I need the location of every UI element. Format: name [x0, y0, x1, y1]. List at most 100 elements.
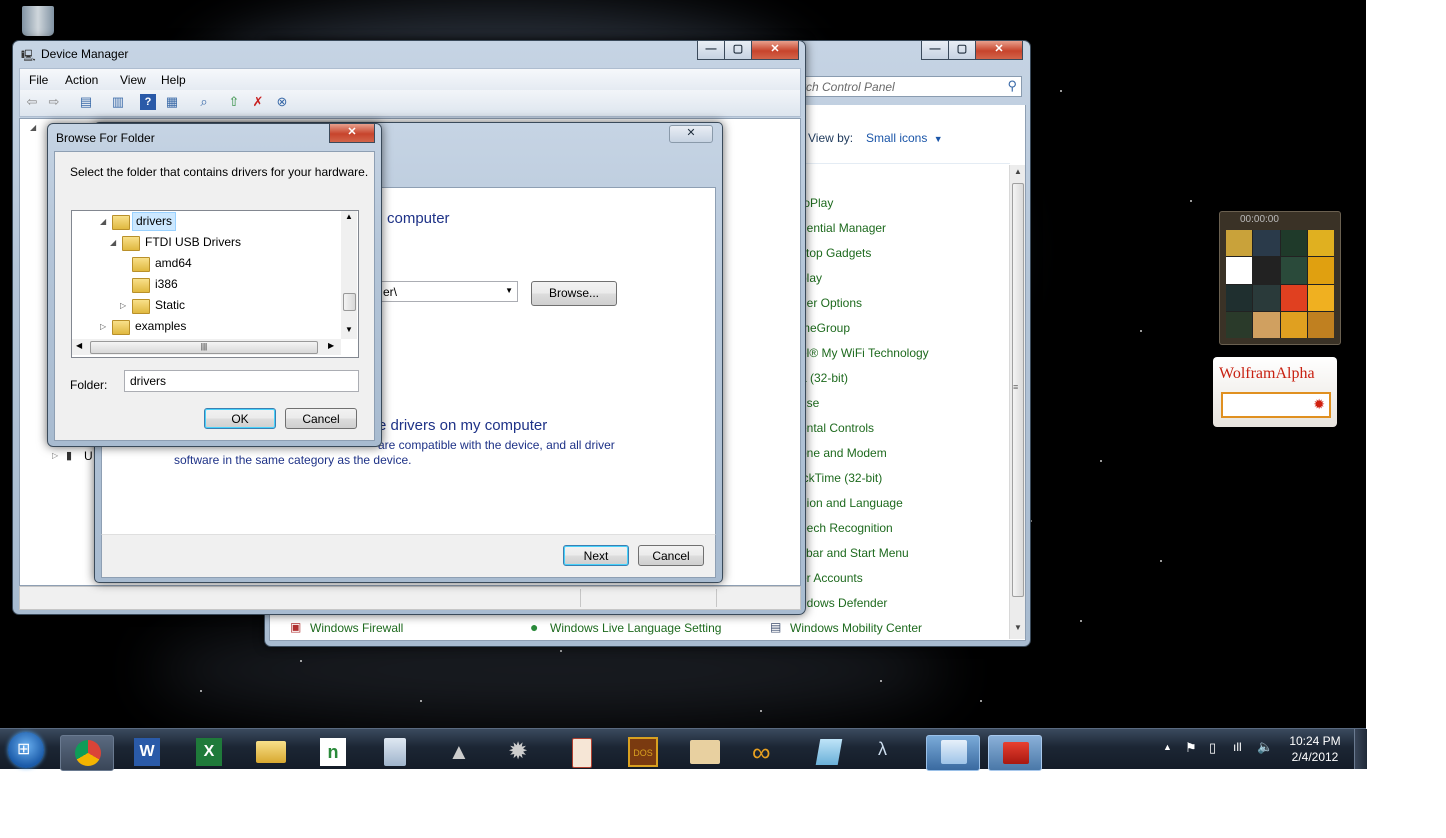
- update-driver-icon[interactable]: ⇧: [226, 94, 242, 110]
- uninstall-icon[interactable]: ✗: [250, 94, 266, 110]
- app-taskbar-button-1[interactable]: ▲: [430, 735, 482, 769]
- folder-tree-item[interactable]: ◢ FTDI USB Drivers: [72, 233, 340, 252]
- show-hide-icon[interactable]: ▥: [110, 94, 126, 110]
- device-manager-taskbar-button[interactable]: [988, 735, 1042, 771]
- wolfram-search-input[interactable]: ✹: [1221, 392, 1331, 418]
- cp-item[interactable]: meGroup: [800, 321, 850, 335]
- search-icon[interactable]: ⚲: [1007, 78, 1017, 94]
- scroll-down-arrow[interactable]: ▼: [345, 325, 353, 334]
- excel-taskbar-button[interactable]: X: [182, 735, 234, 769]
- forward-icon[interactable]: ⇨: [46, 94, 62, 110]
- dm-close-button[interactable]: ✕: [751, 41, 799, 60]
- cp-item[interactable]: kbar and Start Menu: [800, 546, 909, 560]
- expand-closed-icon[interactable]: ▷: [120, 296, 126, 315]
- app-taskbar-button-5[interactable]: ∞: [740, 735, 792, 769]
- cp-item[interactable]: gion and Language: [800, 496, 903, 510]
- dm-maximize-button[interactable]: ▢: [724, 41, 752, 60]
- cp-item[interactable]: a (32-bit): [800, 371, 848, 385]
- cp-item[interactable]: ickTime (32-bit): [800, 471, 882, 485]
- expand-open-icon[interactable]: ◢: [110, 233, 116, 252]
- scroll-down-arrow[interactable]: ▼: [1014, 623, 1022, 632]
- cp-item[interactable]: ental Controls: [800, 421, 874, 435]
- scroll-thumb[interactable]: [343, 293, 356, 311]
- clock[interactable]: 10:24 PM 2/4/2012: [1282, 733, 1348, 765]
- cp-maximize-button[interactable]: ▢: [948, 41, 976, 60]
- browse-button[interactable]: Browse...: [531, 281, 617, 306]
- folder-tree-item[interactable]: ▷ examples: [72, 317, 340, 336]
- scroll-up-arrow[interactable]: ▲: [345, 212, 353, 221]
- scroll-right-arrow[interactable]: ▶: [328, 341, 334, 350]
- calculator-taskbar-button[interactable]: [368, 735, 420, 769]
- cp-item[interactable]: ktop Gadgets: [800, 246, 871, 260]
- cp-item[interactable]: ndows Defender: [800, 596, 887, 610]
- back-icon[interactable]: ⇦: [24, 94, 40, 110]
- control-panel-taskbar-button[interactable]: [926, 735, 980, 771]
- scan-hardware-icon[interactable]: ⌕: [196, 94, 212, 110]
- dm-minimize-button[interactable]: —: [697, 41, 725, 60]
- cp-minimize-button[interactable]: —: [921, 41, 949, 60]
- cp-item-windows-live-language[interactable]: Windows Live Language Setting: [550, 621, 721, 635]
- details-icon[interactable]: ▦: [164, 94, 180, 110]
- cp-item-windows-mobility-center[interactable]: Windows Mobility Center: [790, 621, 922, 635]
- wolfram-go-icon[interactable]: ✹: [1313, 396, 1325, 413]
- clock-gadget[interactable]: 00:00:00: [1219, 211, 1341, 345]
- dosbox-taskbar-button[interactable]: DOS: [616, 735, 668, 769]
- cp-item[interactable]: one and Modem: [800, 446, 887, 460]
- help-icon[interactable]: ?: [140, 94, 156, 110]
- tree-horizontal-scrollbar[interactable]: ◀ ||| ▶: [72, 339, 341, 355]
- folder-tree-item[interactable]: ▷ Static: [72, 296, 340, 315]
- nfs-taskbar-button[interactable]: n: [306, 735, 358, 769]
- properties-icon[interactable]: ▤: [78, 94, 94, 110]
- h-scroll-thumb[interactable]: |||: [90, 341, 318, 354]
- chrome-taskbar-button[interactable]: [60, 735, 114, 771]
- expand-open-icon[interactable]: ◢: [100, 212, 106, 231]
- start-button[interactable]: ⊞: [8, 732, 44, 768]
- cp-search-box[interactable]: rch Control Panel ⚲: [785, 76, 1022, 97]
- wolfram-alpha-gadget[interactable]: WolframAlpha ✹: [1213, 357, 1337, 427]
- folder-tree[interactable]: ◢ drivers ◢ FTDI USB Drivers amd64 i386 ▷ Stati…: [71, 210, 359, 358]
- menu-view[interactable]: View: [113, 69, 153, 91]
- dm-tree-expander[interactable]: ◢: [30, 123, 36, 132]
- app-taskbar-button-2[interactable]: ✹: [492, 735, 544, 769]
- app-taskbar-button-4[interactable]: [678, 735, 730, 769]
- scroll-up-arrow[interactable]: ▲: [1014, 167, 1022, 176]
- cp-close-button[interactable]: ✕: [975, 41, 1023, 60]
- scroll-thumb[interactable]: ≡: [1012, 183, 1024, 597]
- show-desktop-button[interactable]: [1354, 729, 1367, 769]
- browse-cancel-button[interactable]: Cancel: [285, 408, 357, 429]
- path-combobox[interactable]: er\ ▼: [372, 281, 518, 302]
- dm-tree-expander-2[interactable]: ▷: [52, 451, 58, 460]
- cp-item[interactable]: er Accounts: [800, 571, 863, 585]
- view-by-dropdown[interactable]: Small icons ▼: [866, 131, 943, 145]
- ok-button[interactable]: OK: [204, 408, 276, 429]
- menu-action[interactable]: Action: [58, 69, 105, 91]
- cp-item[interactable]: dential Manager: [800, 221, 886, 235]
- chevron-down-icon[interactable]: ▼: [505, 286, 513, 295]
- menu-file[interactable]: File: [22, 69, 55, 91]
- folder-tree-item[interactable]: ◢ drivers: [72, 212, 340, 231]
- expand-closed-icon[interactable]: ▷: [100, 317, 106, 336]
- cancel-button[interactable]: Cancel: [638, 545, 704, 566]
- word-taskbar-button[interactable]: W: [120, 735, 172, 769]
- app-taskbar-button-7[interactable]: λ: [864, 735, 916, 769]
- app-taskbar-button-3[interactable]: [554, 735, 606, 769]
- network-signal-icon[interactable]: ıll: [1233, 740, 1242, 754]
- browse-folder-close-button[interactable]: ✕: [329, 124, 375, 143]
- let-me-pick-heading[interactable]: e drivers on my computer: [378, 417, 547, 434]
- cp-item[interactable]: eech Recognition: [800, 521, 893, 535]
- cp-vertical-scrollbar[interactable]: ▲ ≡ ▼: [1009, 165, 1025, 639]
- volume-icon[interactable]: 🔈: [1257, 739, 1273, 755]
- next-button[interactable]: Next: [563, 545, 629, 566]
- battery-icon[interactable]: ▯: [1209, 740, 1216, 756]
- recycle-bin-icon[interactable]: [22, 6, 54, 36]
- update-driver-close-button[interactable]: ✕: [669, 125, 713, 143]
- disable-icon[interactable]: ⊗: [274, 94, 290, 110]
- action-center-flag-icon[interactable]: ⚑: [1185, 740, 1197, 756]
- folder-tree-item[interactable]: i386: [72, 275, 340, 294]
- folder-input[interactable]: drivers: [124, 370, 359, 392]
- tree-vertical-scrollbar[interactable]: ▲ ▼: [341, 211, 357, 339]
- cp-item[interactable]: el® My WiFi Technology: [800, 346, 929, 360]
- cp-item[interactable]: der Options: [800, 296, 862, 310]
- menu-help[interactable]: Help: [154, 69, 193, 91]
- explorer-taskbar-button[interactable]: [244, 735, 296, 769]
